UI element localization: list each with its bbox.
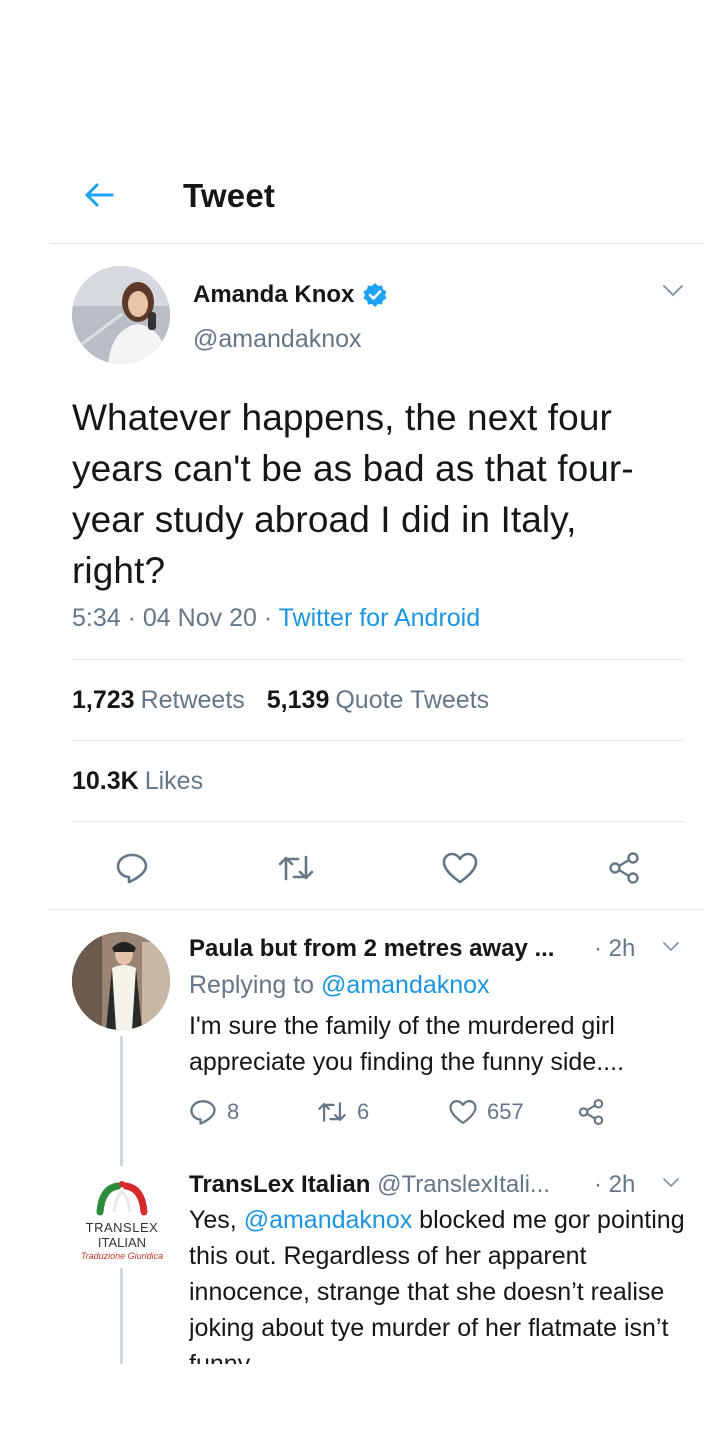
reply-retweet-button[interactable]: 6 xyxy=(317,1099,449,1125)
likes-label: Likes xyxy=(144,767,204,795)
author-handle[interactable]: @amandaknox xyxy=(193,325,362,354)
reply-text: I'm sure the family of the murdered girl… xyxy=(189,1012,625,1076)
top-bar: Tweet xyxy=(0,160,720,244)
reply-reply-button[interactable]: 8 xyxy=(189,1098,317,1126)
quotes-label: Quote Tweets xyxy=(335,686,490,714)
back-arrow-icon xyxy=(85,183,114,207)
reply-reply-count: 8 xyxy=(227,1099,240,1124)
reply-icon xyxy=(190,1100,216,1125)
actions-divider xyxy=(50,909,704,910)
translex-logo-line3: Traduzione Giuridica xyxy=(80,1251,164,1261)
share-icon xyxy=(578,1098,604,1126)
retweets-count: 1,723 xyxy=(72,686,135,714)
reply-time: · 2h xyxy=(594,1171,636,1198)
translex-logo-mark xyxy=(96,1181,148,1216)
quotes-count: 5,139 xyxy=(266,686,330,714)
tweet-meta: 5:34 · 04 Nov 20 · Twitter for Android xyxy=(72,604,480,633)
thread-line xyxy=(120,1036,123,1166)
reply-share-button[interactable] xyxy=(577,1098,605,1126)
retweet-icon xyxy=(278,855,314,881)
author-name-row[interactable]: Amanda Knox xyxy=(193,281,388,309)
reply-text: Yes, @amandaknox blocked me gor pointing… xyxy=(189,1202,689,1364)
tweet-source-link[interactable]: Twitter for Android xyxy=(279,604,480,632)
reply-author-name[interactable]: TransLex Italian xyxy=(189,1171,370,1198)
tweet-menu-caret[interactable] xyxy=(662,284,684,303)
retweets-label: Retweets xyxy=(140,686,245,714)
replying-to: Replying to @amandaknox xyxy=(189,971,490,1000)
reply-author-handle[interactable]: @TranslexItali... xyxy=(377,1171,550,1198)
tweet-text: Whatever happens, the next four years ca… xyxy=(72,397,634,591)
meta-sep: · xyxy=(263,604,273,632)
retweet-button[interactable] xyxy=(276,848,316,888)
translex-logo[interactable]: TRANSLEX ITALIAN Traduzione Giuridica xyxy=(76,1178,168,1266)
reply-menu-caret[interactable] xyxy=(662,940,680,958)
reply-like-count: 657 xyxy=(487,1099,524,1124)
back-button[interactable] xyxy=(82,178,116,212)
verified-badge-icon xyxy=(363,283,387,307)
tweet-date: 04 Nov 20 xyxy=(142,604,257,632)
chevron-down-icon xyxy=(663,285,683,297)
share-icon xyxy=(609,852,639,884)
stats-divider xyxy=(72,740,684,741)
thread-line xyxy=(120,1268,123,1364)
like-icon xyxy=(449,1100,477,1124)
reply-menu-caret[interactable] xyxy=(662,1176,680,1194)
translex-logo-line2: ITALIAN xyxy=(97,1235,147,1250)
page-title: Tweet xyxy=(183,177,276,214)
retweet-icon xyxy=(318,1102,346,1122)
reply-icon xyxy=(116,853,148,884)
reply-avatar[interactable] xyxy=(72,932,170,1030)
retweet-stats: 1,723 Retweets 5,139 Quote Tweets xyxy=(72,686,489,715)
reply-time: · 2h xyxy=(594,935,636,962)
reply-retweet-count: 6 xyxy=(357,1099,370,1124)
replying-to-handle-link[interactable]: @amandaknox xyxy=(321,971,490,999)
reply-like-button[interactable]: 657 xyxy=(449,1099,577,1125)
share-button[interactable] xyxy=(604,848,644,888)
header-divider xyxy=(50,243,704,244)
likes-divider xyxy=(72,821,684,822)
meta-sep: · xyxy=(127,604,136,632)
replying-to-label: Replying to xyxy=(189,971,315,999)
reply-action-bar: 8 6 657 xyxy=(189,1098,605,1126)
meta-divider xyxy=(72,659,684,660)
likes-count: 10.3K xyxy=(72,767,139,795)
chevron-down-icon xyxy=(663,1178,679,1188)
retweets-stat[interactable]: 1,723 Retweets xyxy=(72,686,245,715)
likes-stat[interactable]: 10.3K Likes xyxy=(72,767,203,796)
tweet-time: 5:34 xyxy=(72,604,121,632)
author-avatar[interactable] xyxy=(72,266,170,364)
reply-text-prefix: Yes, xyxy=(189,1206,237,1234)
reply-author-name-row[interactable]: TransLex Italian @TranslexItali... xyxy=(189,1171,550,1199)
quotes-stat[interactable]: 5,139 Quote Tweets xyxy=(267,686,489,715)
like-button[interactable] xyxy=(440,848,480,888)
likes-stats: 10.3K Likes xyxy=(72,767,203,796)
chevron-down-icon xyxy=(663,942,679,952)
reply-mention-link[interactable]: @amandaknox xyxy=(244,1206,413,1234)
reply-button[interactable] xyxy=(112,848,152,888)
like-icon xyxy=(442,852,478,884)
reply-author-name[interactable]: Paula but from 2 metres away ... xyxy=(189,935,554,963)
author-name[interactable]: Amanda Knox xyxy=(193,281,354,309)
tweet-action-bar xyxy=(0,842,720,894)
translex-logo-line1: TRANSLEX xyxy=(85,1220,159,1235)
